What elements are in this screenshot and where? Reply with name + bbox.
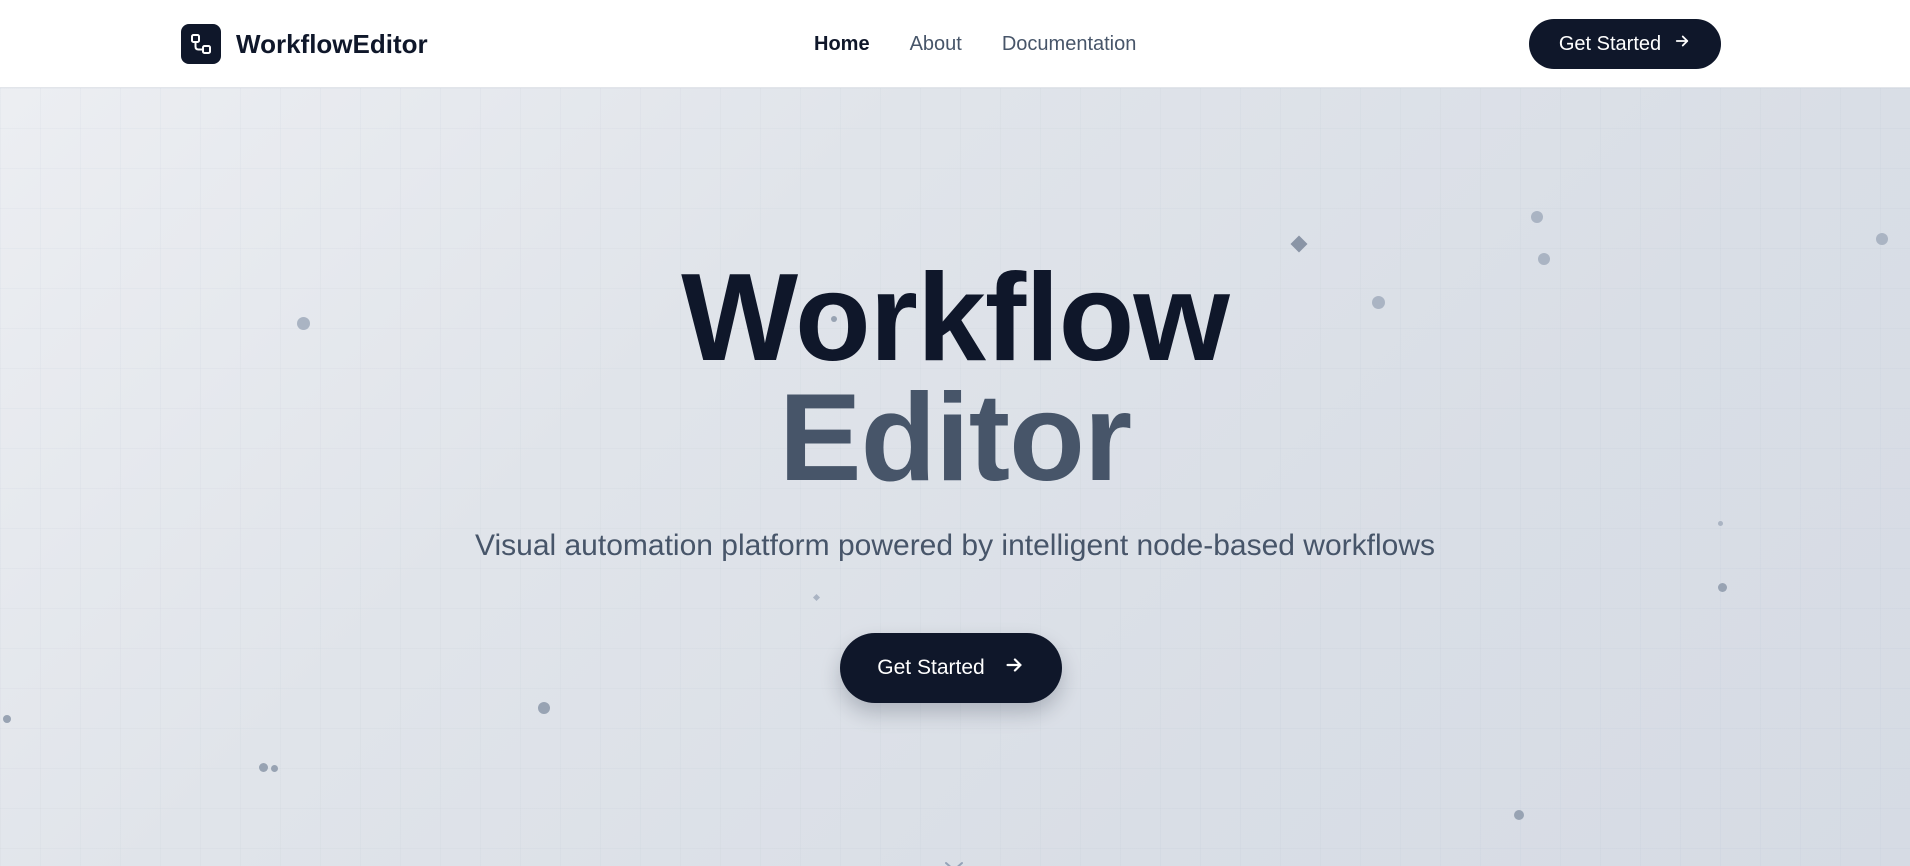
- hero-subtitle: Visual automation platform powered by in…: [475, 529, 1435, 562]
- brand-link[interactable]: WorkflowEditor: [181, 24, 428, 64]
- hero-title-line1: Workflow: [681, 249, 1230, 387]
- hero-get-started-button[interactable]: Get Started: [840, 633, 1062, 703]
- brand-name: WorkflowEditor: [236, 28, 428, 59]
- nav-link-home[interactable]: Home: [814, 30, 870, 58]
- hero-get-started-label: Get Started: [877, 656, 985, 679]
- hero-title-line2: Editor: [778, 369, 1132, 507]
- particle-dot: [1876, 233, 1888, 245]
- particle-dot: [1718, 583, 1727, 592]
- arrow-right-icon: [1003, 654, 1025, 682]
- header-get-started-label: Get Started: [1558, 32, 1662, 55]
- particle-dot: [3, 715, 11, 723]
- header-get-started-button[interactable]: Get Started: [1529, 19, 1721, 69]
- main-nav: Home About Documentation: [814, 30, 1136, 58]
- particle-dot: [1531, 211, 1543, 223]
- hero-section: Workflow Editor Visual automation platfo…: [0, 88, 1910, 866]
- particle-dot: [259, 763, 268, 772]
- site-header: WorkflowEditor Home About Documentation …: [0, 0, 1910, 88]
- particle-dot: [271, 765, 278, 772]
- chevron-down-icon[interactable]: [942, 858, 966, 866]
- arrow-right-icon: [1673, 32, 1691, 56]
- nav-link-about[interactable]: About: [910, 30, 962, 58]
- particle-dot: [1514, 810, 1524, 820]
- workflow-nodes-icon: [181, 24, 221, 64]
- particle-dot: [538, 702, 550, 714]
- nav-link-documentation[interactable]: Documentation: [1002, 30, 1137, 58]
- particle-dot: [1718, 521, 1723, 526]
